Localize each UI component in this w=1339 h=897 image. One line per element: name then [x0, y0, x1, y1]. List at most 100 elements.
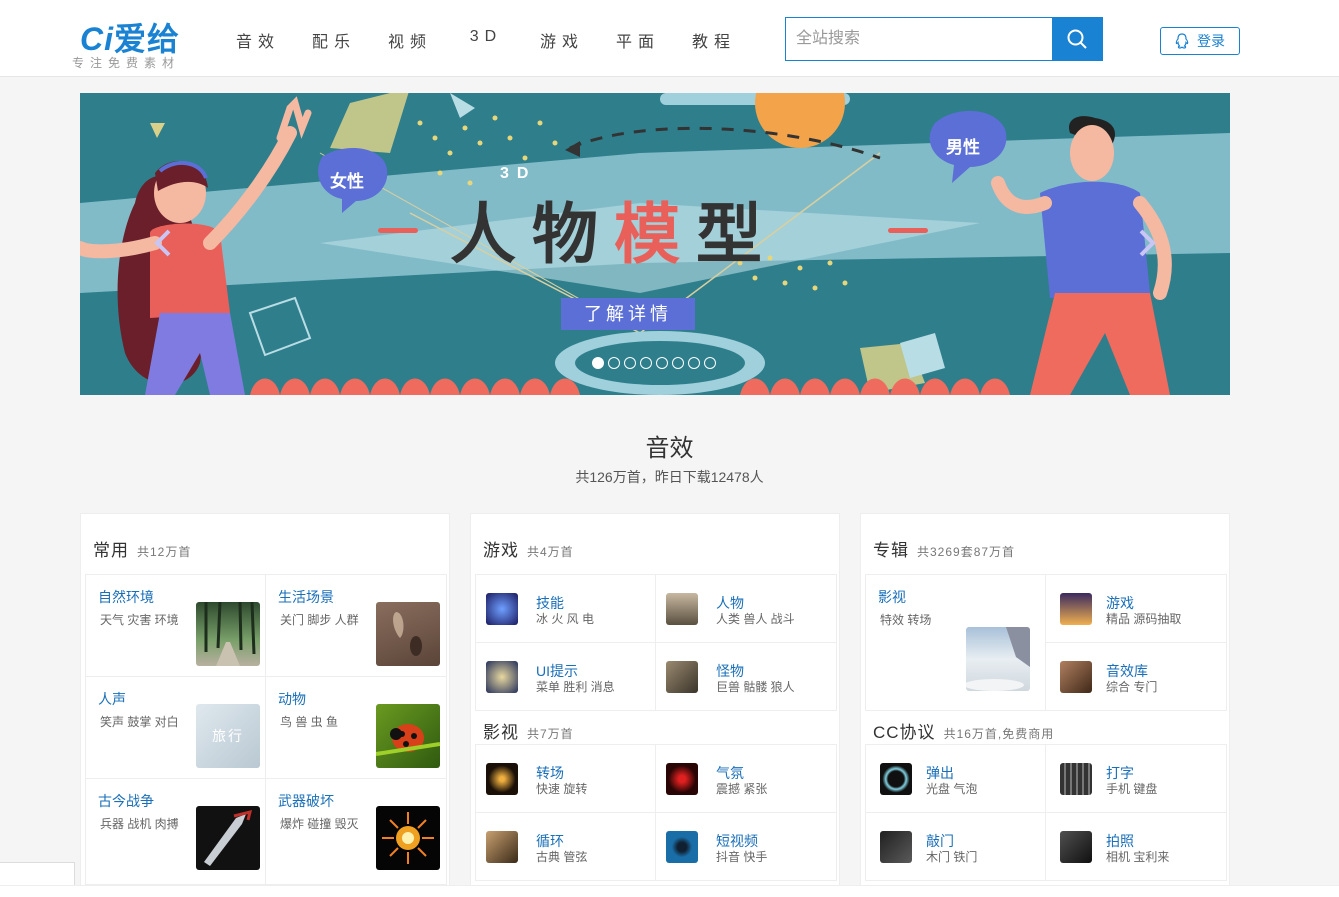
album-tags: 特效 转场	[880, 613, 932, 627]
cc-popup-thumbnail	[880, 763, 912, 795]
section-title: 音效	[645, 435, 694, 462]
card-game-film: 游戏 共4万首 技能 冰 火 风 电 人物 人类 兽人 战斗 UI提示 菜单 胜…	[470, 513, 840, 893]
nav-item-game[interactable]: 游戏	[524, 28, 600, 52]
category-transition[interactable]: 转场 快速 旋转	[475, 745, 656, 813]
category-name: 生活场景	[278, 589, 334, 605]
card-title[interactable]: 常用	[93, 536, 129, 561]
cc-knock-thumbnail	[880, 831, 912, 863]
explosion-thumbnail	[376, 806, 440, 870]
card-subheader: 影视 共7万首	[483, 718, 574, 743]
cc-grid: 弹出 光盘 气泡 打字 手机 键盘 敲门 木门 铁门 拍照 相机 宝利来	[865, 744, 1227, 881]
card-title[interactable]: 专辑	[873, 536, 909, 561]
footsteps-thumbnail	[376, 602, 440, 666]
category-tags: 抖音 快手	[716, 850, 768, 864]
atmosphere-thumbnail	[666, 763, 698, 795]
category-tags: 古典 管弦	[536, 850, 588, 864]
category-tags: 巨兽 骷髅 狼人	[716, 680, 795, 694]
category-tags: 笑声 鼓掌 对白	[100, 715, 179, 729]
category-name: 自然环境	[98, 589, 154, 605]
qq-penguin-icon	[1175, 33, 1189, 49]
album-game[interactable]: 游戏 精品 源码抽取	[1046, 575, 1227, 643]
category-character[interactable]: 人物 人类 兽人 战斗	[656, 575, 837, 643]
banner-detail-button[interactable]: 了解详情	[561, 298, 695, 330]
category-tags: 天气 灾害 环境	[100, 613, 179, 627]
category-grid-film: 转场 快速 旋转 气氛 震撼 紧张 循环 古典 管弦 短视频 抖音 快手	[475, 744, 837, 881]
banner-dot[interactable]	[656, 357, 668, 369]
category-nature[interactable]: 自然环境 天气 灾害 环境	[85, 575, 266, 677]
nav-item-graphic[interactable]: 平面	[600, 28, 676, 52]
category-short-video[interactable]: 短视频 抖音 快手	[656, 813, 837, 881]
character-thumbnail	[666, 593, 698, 625]
search-box	[785, 17, 1103, 61]
banner-title: 人物模型	[450, 197, 778, 271]
category-tags: 鸟 兽 虫 鱼	[280, 715, 339, 729]
category-tags: 爆炸 碰撞 毁灭	[280, 817, 359, 831]
nav-item-3d[interactable]: 3D	[448, 28, 524, 52]
album-film[interactable]: 影视 特效 转场	[865, 575, 1046, 711]
chevron-right-icon	[1139, 229, 1156, 257]
category-tags: 光盘 气泡	[926, 782, 978, 796]
category-ui-prompt[interactable]: UI提示 菜单 胜利 消息	[475, 643, 656, 711]
category-tags: 人类 兽人 战斗	[716, 612, 795, 626]
banner-next-button[interactable]	[1132, 223, 1162, 263]
banner-dot[interactable]	[592, 357, 604, 369]
nav-item-tutorial[interactable]: 教程	[676, 28, 752, 52]
cc-typing-thumbnail	[1060, 763, 1092, 795]
category-war[interactable]: 古今战争 兵器 战机 肉搏	[85, 779, 266, 885]
banner-dot[interactable]	[672, 357, 684, 369]
card-subtitle[interactable]: 影视	[483, 718, 519, 743]
banner-dot[interactable]	[704, 357, 716, 369]
ladybug-thumbnail	[376, 704, 440, 768]
banner-male-label: 男性	[946, 138, 980, 157]
category-tags: 关门 脚步 人群	[280, 613, 359, 627]
cc-photo-thumbnail	[1060, 831, 1092, 863]
card-title[interactable]: 游戏	[483, 536, 519, 561]
search-input[interactable]	[786, 18, 1052, 60]
album-game-thumbnail	[1060, 593, 1092, 625]
card-subcount: 共16万首,免费商用	[943, 727, 1055, 741]
banner-dot[interactable]	[640, 357, 652, 369]
nav-item-music[interactable]: 配乐	[296, 28, 372, 52]
sword-thumbnail	[196, 806, 260, 870]
category-tags: 兵器 战机 肉搏	[100, 817, 179, 831]
banner-dot[interactable]	[624, 357, 636, 369]
category-skill[interactable]: 技能 冰 火 风 电	[475, 575, 656, 643]
category-animal[interactable]: 动物 鸟 兽 虫 鱼	[266, 677, 447, 779]
category-grid: 自然环境 天气 灾害 环境 生活场景 关门 脚步 人群 人声 笑声 鼓掌 对白 …	[85, 574, 447, 885]
login-label: 登录	[1197, 33, 1225, 49]
transition-thumbnail	[486, 763, 518, 795]
hero-banner[interactable]: 女性 男性 3D 人物模型 了解详情	[80, 93, 1230, 395]
category-name: 武器破坏	[278, 793, 334, 809]
card-subtitle[interactable]: CC协议	[873, 718, 936, 743]
card-subcount: 共7万首	[527, 727, 574, 741]
card-count: 共4万首	[527, 545, 574, 559]
card-count: 共3269套87万首	[917, 545, 1016, 559]
login-button[interactable]: 登录	[1160, 27, 1240, 55]
banner-dot[interactable]	[688, 357, 700, 369]
album-tags: 精品 源码抽取	[1106, 612, 1182, 626]
search-icon	[1067, 29, 1087, 49]
category-destruction[interactable]: 武器破坏 爆炸 碰撞 毁灭	[266, 779, 447, 885]
site-logo[interactable]: Ci爱给 专注免费素材	[72, 12, 202, 72]
cc-knock[interactable]: 敲门 木门 铁门	[865, 813, 1046, 881]
banner-dot[interactable]	[608, 357, 620, 369]
category-tags: 木门 铁门	[926, 850, 978, 864]
category-voice[interactable]: 人声 笑声 鼓掌 对白 旅行	[85, 677, 266, 779]
category-atmosphere[interactable]: 气氛 震撼 紧张	[656, 745, 837, 813]
category-loop[interactable]: 循环 古典 管弦	[475, 813, 656, 881]
monster-thumbnail	[666, 661, 698, 693]
album-sound-library[interactable]: 音效库 综合 专门	[1046, 643, 1227, 711]
album-film-thumbnail	[966, 627, 1030, 691]
search-button[interactable]	[1052, 18, 1102, 60]
cc-photo[interactable]: 拍照 相机 宝利来	[1046, 813, 1227, 881]
nav-item-sound[interactable]: 音效	[220, 28, 296, 52]
category-name: 动物	[278, 691, 306, 707]
cc-typing[interactable]: 打字 手机 键盘	[1046, 745, 1227, 813]
cc-popup[interactable]: 弹出 光盘 气泡	[865, 745, 1046, 813]
banner-pagination	[592, 357, 716, 369]
banner-prev-button[interactable]	[148, 223, 178, 263]
category-monster[interactable]: 怪物 巨兽 骷髅 狼人	[656, 643, 837, 711]
category-grid: 技能 冰 火 风 电 人物 人类 兽人 战斗 UI提示 菜单 胜利 消息 怪物 …	[475, 574, 837, 711]
category-life[interactable]: 生活场景 关门 脚步 人群	[266, 575, 447, 677]
nav-item-video[interactable]: 视频	[372, 28, 448, 52]
